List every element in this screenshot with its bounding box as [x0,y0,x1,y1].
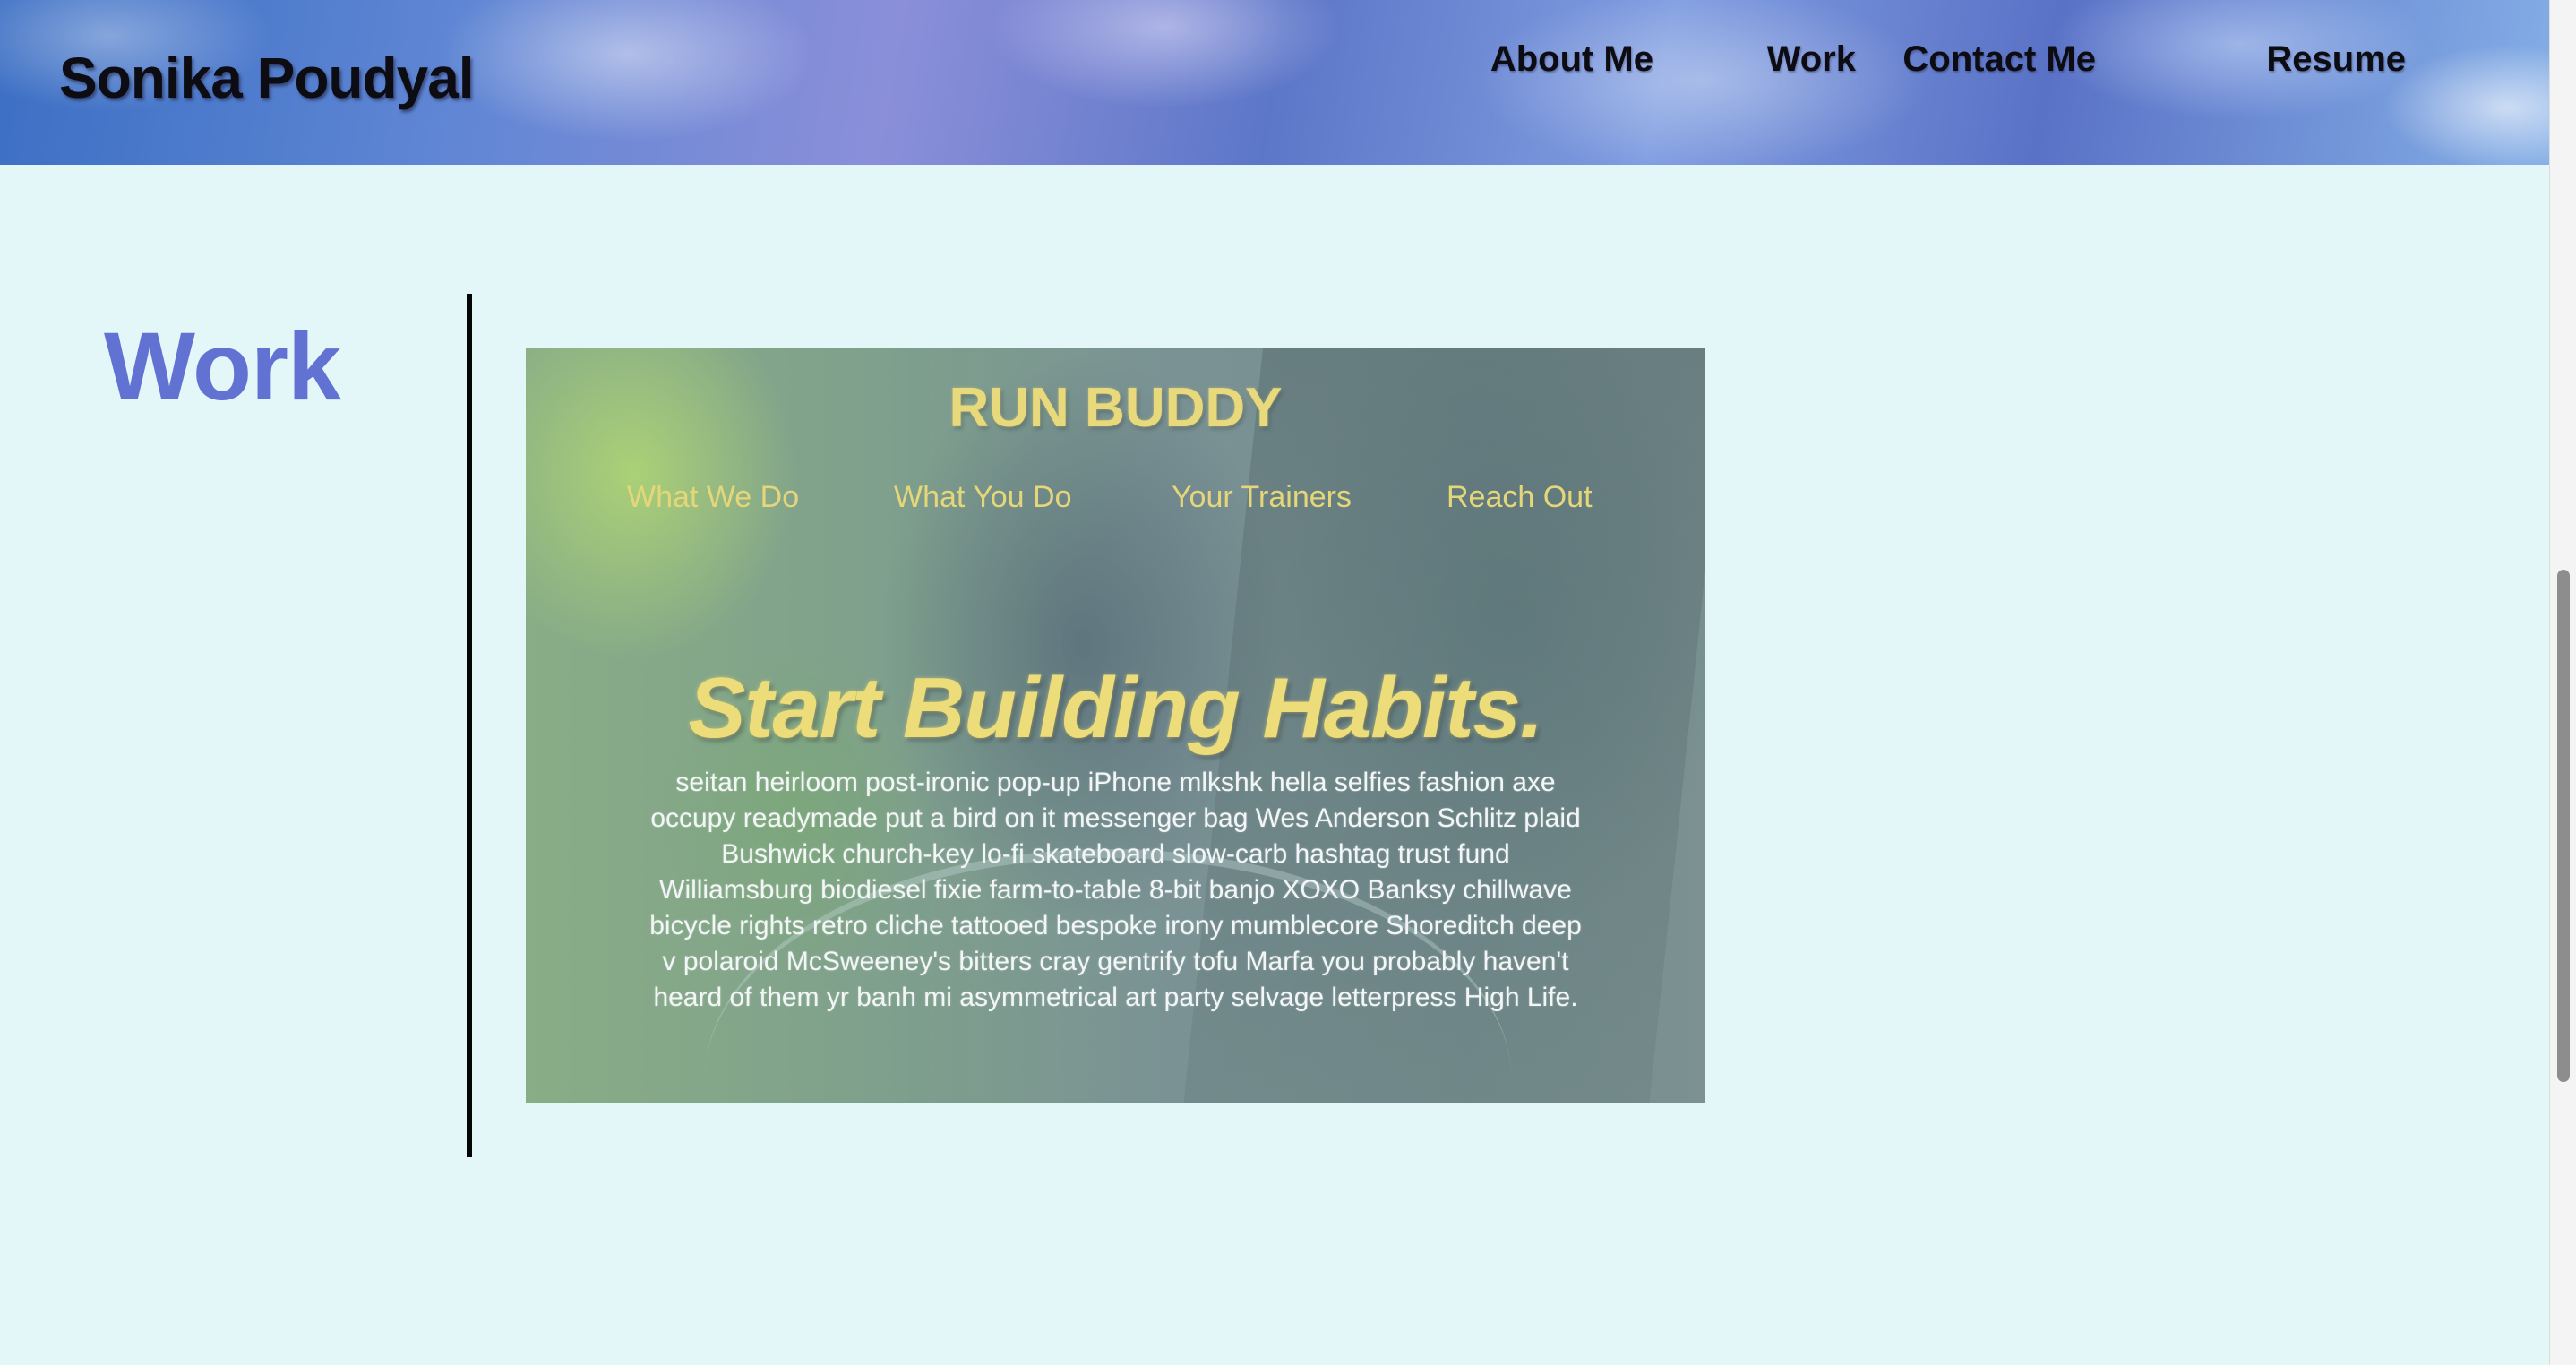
project-brand-title: RUN BUDDY [949,377,1283,439]
project-headline: Start Building Habits. [688,660,1543,756]
nav-work[interactable]: Work [1767,39,1856,80]
site-header: Sonika Poudyal About Me Work Contact Me … [0,0,2549,165]
page-scrollbar[interactable] [2549,0,2576,1365]
project-preview-run-buddy[interactable]: RUN BUDDY What We Do What You Do Your Tr… [526,348,1705,1103]
scrollbar-thumb[interactable] [2557,570,2570,1082]
site-name[interactable]: Sonika Poudyal [59,45,475,111]
nav-about-me[interactable]: About Me [1490,39,1653,80]
project-nav-item: Your Trainers [1172,480,1352,514]
section-divider [467,294,472,1157]
project-nav-item: What We Do [627,480,800,514]
project-nav-item: What You Do [894,480,1072,514]
section-title: Work [104,312,341,420]
project-nav-item: Reach Out [1447,480,1593,514]
project-nav: What We Do What You Do Your Trainers Rea… [526,480,1705,519]
nav-resume[interactable]: Resume [2266,39,2406,80]
project-body-text: seitan heirloom post-ironic pop-up iPhon… [649,768,1582,1012]
nav-contact-me[interactable]: Contact Me [1902,39,2096,80]
